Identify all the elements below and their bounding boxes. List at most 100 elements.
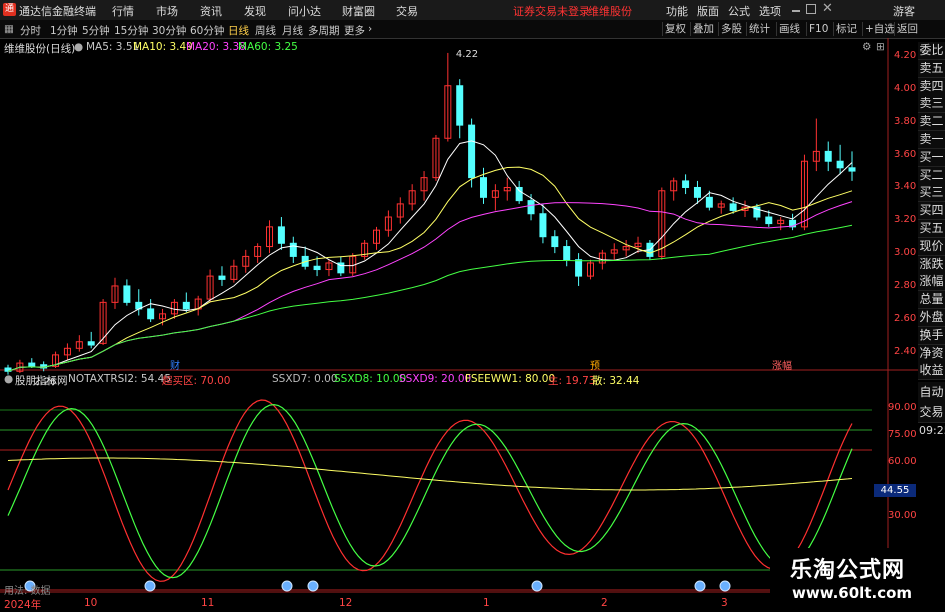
signal-dot-1 [144, 580, 156, 592]
y-tick-main-9: 2.40 [894, 345, 917, 357]
login-notice[interactable]: 证券交易未登录 [513, 3, 590, 19]
tool-adjust[interactable]: 复权 [662, 22, 688, 36]
x-label-dec: 12 [339, 597, 353, 609]
candle-body [313, 265, 321, 271]
candle-body [563, 246, 571, 261]
high-price-label: 4.22 [456, 49, 478, 60]
x-label-mar: 3 [721, 597, 728, 609]
x-label-feb: 2 [601, 597, 608, 609]
x-label-nov: 11 [201, 597, 215, 609]
tool-f10[interactable]: F10 [806, 22, 830, 36]
quote-item-5: 卖一 [918, 131, 945, 149]
x-label-oct: 10 [84, 597, 98, 609]
quote-item-3: 卖三 [918, 95, 945, 114]
candle-body [729, 203, 737, 211]
candle-body [539, 213, 547, 238]
period-1min[interactable]: 1分钟 [50, 23, 78, 38]
candle-body [836, 160, 844, 169]
signal-dot-3 [307, 580, 319, 592]
candle-body [123, 285, 131, 303]
close-icon[interactable]: ✕ [822, 1, 833, 16]
grid-icon[interactable]: ▦ [4, 23, 14, 35]
y-tick-main-8: 2.60 [894, 312, 917, 324]
main-y-axis: 4.20 4.00 3.80 3.60 3.40 3.20 3.00 2.80 2.60 2.40 [888, 38, 918, 368]
menu-function[interactable]: 功能 [666, 3, 688, 19]
x-label-year: 2024年 [4, 599, 42, 611]
candle-body [515, 186, 523, 202]
menu-news[interactable]: 资讯 [200, 3, 222, 19]
menu-layout[interactable]: 版面 [697, 3, 719, 19]
x-label-jan: 1 [483, 597, 490, 609]
stock-notice: 维维股份 [588, 5, 632, 18]
candle-body [682, 180, 690, 188]
quote-item-10: 买五 [918, 220, 945, 238]
ma20-line [7, 201, 853, 372]
event-marker-2: 涨幅 [772, 359, 792, 372]
candle-body [468, 124, 476, 179]
y-tick-main-3: 3.60 [894, 148, 917, 160]
candle-body [456, 85, 464, 126]
period-15min[interactable]: 15分钟 [114, 23, 148, 38]
quote-item-16: 换手 [918, 326, 945, 345]
tool-mark[interactable]: 标记 [833, 22, 859, 36]
trade-label[interactable]: 交易 [918, 402, 945, 423]
quote-item-11: 现价 [918, 237, 945, 256]
guest-button[interactable]: 游客 [893, 3, 915, 19]
menu-formula[interactable]: 公式 [728, 3, 750, 19]
quote-item-17: 净资 [918, 344, 945, 363]
usage-hint[interactable]: 用法: 数据 [4, 582, 51, 597]
period-more[interactable]: 更多 [344, 23, 365, 38]
period-weekly[interactable]: 周线 [255, 23, 276, 38]
period-monthly[interactable]: 月线 [282, 23, 303, 38]
current-value-badge: 44.55 [874, 484, 916, 497]
watermark-url: www.60lt.com [792, 584, 913, 602]
period-multi[interactable]: 多周期 [308, 23, 340, 38]
menu-market[interactable]: 市场 [156, 3, 178, 19]
watermark: 乐淘公式网 www.60lt.com [770, 548, 945, 609]
menu-trade[interactable]: 交易 [396, 3, 418, 19]
chart-canvas[interactable]: 4.22 2.26 财 预 涨幅 [0, 38, 918, 609]
menu-options[interactable]: 选项 [759, 3, 781, 19]
quote-item-8: 买三 [918, 184, 945, 203]
app-logo-icon: 通 [3, 3, 16, 16]
minimize-icon[interactable] [792, 10, 800, 12]
period-30min[interactable]: 30分钟 [152, 23, 186, 38]
candle-body [824, 150, 832, 162]
period-daily[interactable]: 日线 [228, 23, 249, 38]
menu-discover[interactable]: 发现 [244, 3, 266, 19]
chevron-right-icon[interactable]: › [368, 23, 372, 35]
event-marker-1: 预 [590, 360, 600, 372]
y-tick-main-7: 2.80 [894, 279, 917, 291]
menu-wealth[interactable]: 财富圈 [342, 3, 375, 19]
tool-multi-stock[interactable]: 多股 [718, 22, 744, 36]
tool-stats[interactable]: 统计 [746, 22, 772, 36]
low-price-label: 2.26 [34, 377, 56, 388]
app-name: 通达信金融终端 [19, 5, 96, 18]
auto-label[interactable]: 自动 [918, 382, 945, 403]
menu-ask[interactable]: 问小达 [288, 3, 321, 19]
y-tick-main-1: 4.00 [894, 83, 917, 95]
candle-body [527, 200, 535, 215]
menu-quotes[interactable]: 行情 [112, 3, 134, 19]
tool-overlay[interactable]: 叠加 [690, 22, 716, 36]
quote-item-2: 卖四 [918, 77, 945, 96]
period-intraday[interactable]: 分时 [20, 23, 41, 38]
candle-body [87, 341, 95, 346]
signal-dot-5 [694, 580, 706, 592]
ma60-line [7, 224, 853, 372]
tool-back[interactable]: 返回 [894, 22, 920, 36]
title-bar: 通 通达信金融终端 行情 市场 资讯 发现 问小达 财富圈 交易 证券交易未登录… [0, 0, 945, 21]
candle-body [551, 236, 559, 248]
y-tick-main-0: 4.20 [894, 50, 917, 62]
watermark-title: 乐淘公式网 [790, 558, 906, 583]
maximize-icon[interactable] [806, 4, 816, 14]
tool-add-watch[interactable]: +自选 [862, 22, 897, 36]
period-60min[interactable]: 60分钟 [190, 23, 224, 38]
y-tick-main-2: 3.80 [894, 115, 917, 127]
period-5min[interactable]: 5分钟 [82, 23, 110, 38]
signal-dot-2 [281, 580, 293, 592]
tool-draw[interactable]: 画线 [776, 22, 802, 36]
quote-item-14: 总量 [918, 291, 945, 310]
quote-item-7: 买二 [918, 166, 945, 185]
candle-body [182, 301, 190, 310]
